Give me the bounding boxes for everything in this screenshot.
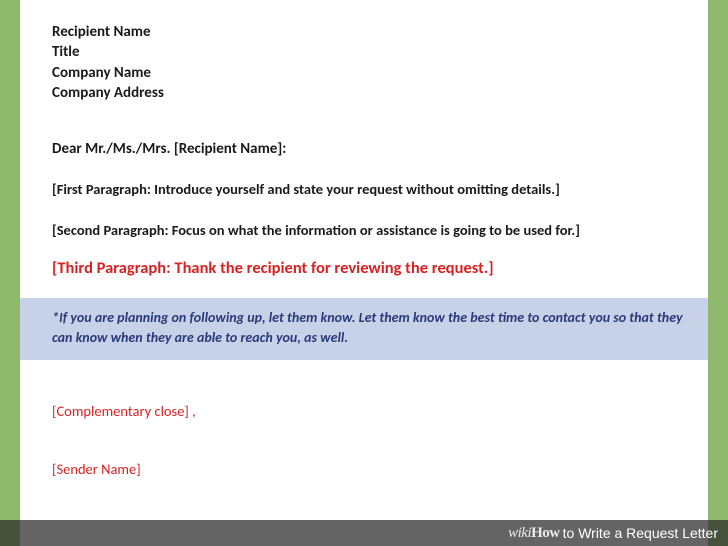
salutation-line: Dear Mr./Ms./Mrs. [Recipient Name]:: [52, 139, 690, 159]
first-paragraph: [First Paragraph: Introduce yourself and…: [52, 179, 690, 199]
company-address-line: Company Address: [52, 83, 690, 103]
document-page: Recipient Name Title Company Name Compan…: [20, 0, 708, 546]
complementary-close: [Complementary close] ,: [52, 402, 690, 420]
wikihow-logo: wikiHow: [508, 525, 560, 542]
recipient-title-line: Title: [52, 42, 690, 62]
wikihow-logo-prefix: wiki: [508, 525, 531, 541]
company-name-line: Company Name: [52, 63, 690, 83]
caption-bar: wikiHow to Write a Request Letter: [0, 520, 728, 546]
second-paragraph: [Second Paragraph: Focus on what the inf…: [52, 220, 690, 240]
followup-note-band: *If you are planning on following up, le…: [20, 298, 708, 361]
wikihow-logo-suffix: How: [531, 525, 560, 541]
caption-title: to Write a Request Letter: [563, 525, 718, 541]
sender-name-line: [Sender Name]: [52, 460, 690, 478]
recipient-name-line: Recipient Name: [52, 22, 690, 42]
third-paragraph: [Third Paragraph: Thank the recipient fo…: [52, 258, 690, 278]
followup-note-text: *If you are planning on following up, le…: [52, 308, 690, 349]
